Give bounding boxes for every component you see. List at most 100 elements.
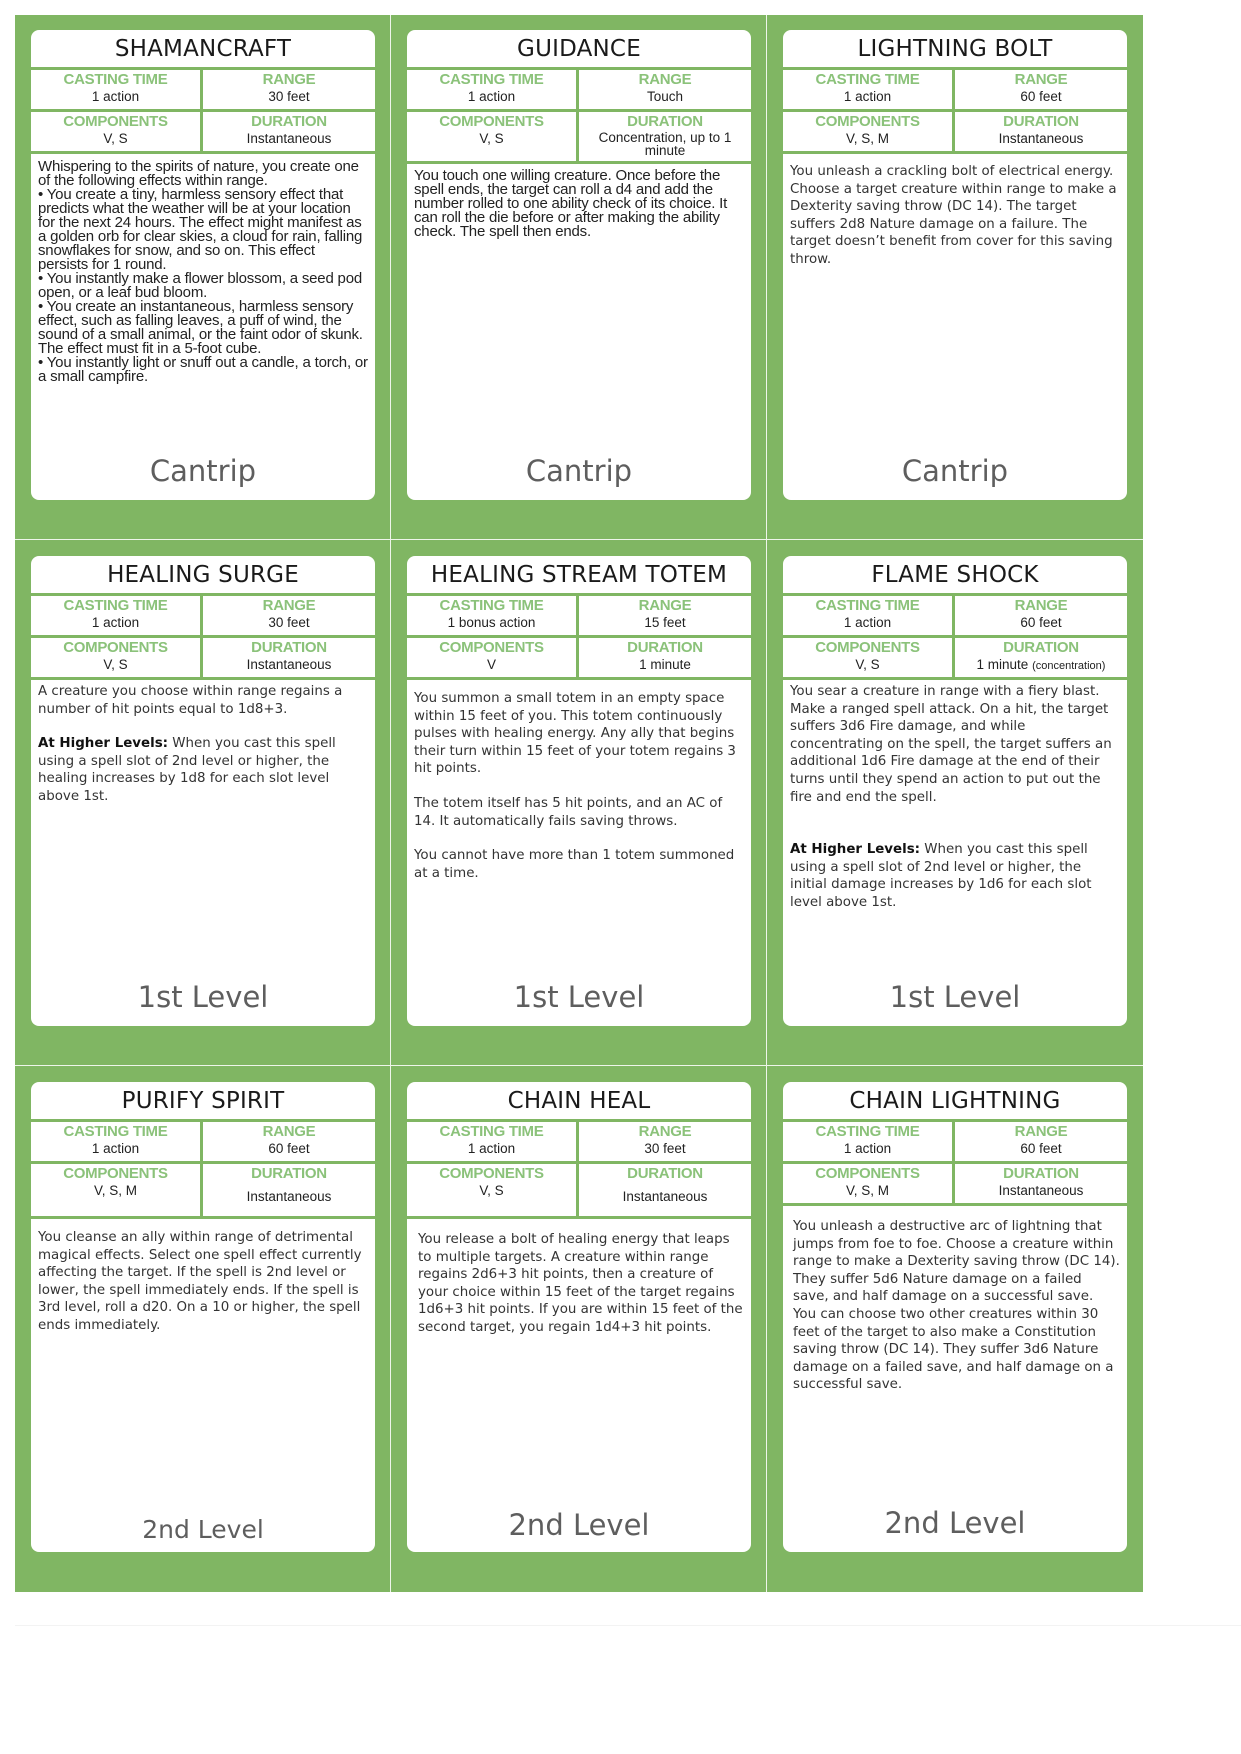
card-cell: HEALING SURGE CASTING TIME 1 action RANG… (15, 540, 391, 1066)
spell-level: 1st Level (137, 980, 269, 1014)
casting-time-label: CASTING TIME (439, 1123, 544, 1140)
spell-title: CHAIN HEAL (407, 1082, 751, 1122)
page-divider (15, 1625, 1241, 1626)
components-value: V, S (479, 1183, 504, 1198)
spell-card-guidance: GUIDANCE CASTING TIME 1 action RANGE Tou… (407, 30, 751, 500)
components-label: COMPONENTS (815, 639, 920, 656)
duration-label: DURATION (627, 1165, 703, 1182)
range-cell: RANGE Touch (579, 70, 751, 112)
range-label: RANGE (1014, 71, 1068, 88)
spell-stats: CASTING TIME 1 action RANGE 30 feet COMP… (31, 70, 375, 154)
spell-stats: CASTING TIME 1 action RANGE 60 feet COMP… (783, 1122, 1127, 1206)
range-value: 60 feet (1020, 615, 1062, 630)
components-label: COMPONENTS (63, 639, 168, 656)
higher-levels-paragraph: At Higher Levels: When you cast this spe… (790, 841, 1120, 911)
spell-level: 2nd Level (884, 1506, 1026, 1540)
spell-card-chain-heal: CHAIN HEAL CASTING TIME 1 action RANGE 3… (407, 1082, 751, 1552)
range-label: RANGE (262, 1123, 316, 1140)
range-label: RANGE (638, 1123, 692, 1140)
range-cell: RANGE 60 feet (203, 1122, 375, 1164)
card-cell: PURIFY SPIRIT CASTING TIME 1 action RANG… (15, 1066, 391, 1592)
spell-level: 1st Level (889, 980, 1021, 1014)
duration-label: DURATION (1003, 639, 1079, 656)
duration-cell: DURATION Instantaneous (203, 1164, 375, 1219)
spell-stats: CASTING TIME 1 action RANGE 30 feet COMP… (31, 596, 375, 680)
description-paragraph: You summon a small totem in an empty spa… (414, 691, 736, 777)
casting-time-cell: CASTING TIME 1 action (783, 1122, 955, 1164)
casting-time-value: 1 bonus action (447, 615, 536, 630)
duration-value: Instantaneous (622, 1189, 708, 1204)
spell-description: You touch one willing creature. Once bef… (407, 164, 751, 239)
casting-time-label: CASTING TIME (439, 71, 544, 88)
duration-label: DURATION (627, 113, 703, 130)
range-value: 60 feet (1020, 1141, 1062, 1156)
spell-stats: CASTING TIME 1 action RANGE 30 feet COMP… (407, 1122, 751, 1219)
spell-description: A creature you choose within range regai… (31, 680, 375, 806)
spell-title: HEALING SURGE (31, 556, 375, 596)
duration-label: DURATION (1003, 1165, 1079, 1182)
range-value: 15 feet (644, 615, 686, 630)
range-label: RANGE (262, 597, 316, 614)
spell-level: Cantrip (901, 454, 1009, 488)
description-paragraph: You unleash a crackling bolt of electric… (790, 164, 1117, 267)
duration-cell: DURATION 1 minute (concentration) (955, 638, 1127, 680)
duration-value: Instantaneous (246, 1189, 332, 1204)
range-value: Touch (646, 89, 684, 104)
card-cell: LIGHTNING BOLT CASTING TIME 1 action RAN… (767, 15, 1143, 540)
casting-time-cell: CASTING TIME 1 action (31, 596, 203, 638)
components-label: COMPONENTS (63, 1165, 168, 1182)
higher-levels-paragraph: At Higher Levels: When you cast this spe… (38, 735, 368, 805)
higher-levels-label: At Higher Levels: (38, 736, 169, 752)
spell-title: GUIDANCE (407, 30, 751, 70)
components-value: V, S, M (845, 1183, 890, 1198)
casting-time-cell: CASTING TIME 1 bonus action (407, 596, 579, 638)
description-line: You touch one willing creature. Once bef… (414, 167, 728, 240)
components-value: V, S (103, 657, 128, 672)
range-value: 30 feet (268, 615, 310, 630)
spell-description: You cleanse an ally within range of detr… (31, 1219, 375, 1335)
components-cell: COMPONENTS V, S (31, 112, 203, 154)
spell-description: You summon a small totem in an empty spa… (407, 680, 751, 882)
duration-cell: DURATION Instantaneous (955, 1164, 1127, 1206)
components-value: V, S (103, 131, 128, 146)
casting-time-value: 1 action (843, 1141, 892, 1156)
casting-time-value: 1 action (467, 1141, 516, 1156)
components-cell: COMPONENTS V, S, M (31, 1164, 203, 1219)
range-label: RANGE (638, 71, 692, 88)
description-paragraph: You cannot have more than 1 totem summon… (414, 848, 735, 881)
card-cell: FLAME SHOCK CASTING TIME 1 action RANGE … (767, 540, 1143, 1066)
components-cell: COMPONENTS V, S, M (783, 112, 955, 154)
range-cell: RANGE 15 feet (579, 596, 751, 638)
duration-label: DURATION (627, 639, 703, 656)
spell-description: You unleash a destructive arc of lightni… (783, 1206, 1127, 1394)
range-label: RANGE (262, 71, 316, 88)
components-label: COMPONENTS (439, 639, 544, 656)
description-paragraph: A creature you choose within range regai… (38, 684, 343, 717)
duration-cell: DURATION 1 minute (579, 638, 751, 680)
components-cell: COMPONENTS V, S, M (783, 1164, 955, 1206)
spell-title: SHAMANCRAFT (31, 30, 375, 70)
casting-time-cell: CASTING TIME 1 action (31, 1122, 203, 1164)
spell-description: You sear a creature in range with a fier… (783, 680, 1127, 912)
components-value: V, S (479, 131, 504, 146)
casting-time-cell: CASTING TIME 1 action (31, 70, 203, 112)
casting-time-value: 1 action (91, 1141, 140, 1156)
casting-time-label: CASTING TIME (63, 597, 168, 614)
casting-time-cell: CASTING TIME 1 action (783, 70, 955, 112)
components-cell: COMPONENTS V, S (407, 112, 579, 164)
card-cell: GUIDANCE CASTING TIME 1 action RANGE Tou… (391, 15, 767, 540)
range-cell: RANGE 30 feet (579, 1122, 751, 1164)
spell-title: HEALING STREAM TOTEM (407, 556, 751, 596)
casting-time-label: CASTING TIME (63, 1123, 168, 1140)
components-cell: COMPONENTS V, S (783, 638, 955, 680)
components-value: V (486, 657, 496, 672)
duration-cell: DURATION Concentration, up to 1 minute (579, 112, 751, 164)
components-cell: COMPONENTS V (407, 638, 579, 680)
description-paragraph: You release a bolt of healing energy tha… (418, 1232, 743, 1335)
spell-card-shamancraft: SHAMANCRAFT CASTING TIME 1 action RANGE … (31, 30, 375, 500)
spell-description: Whispering to the spirits of nature, you… (31, 154, 375, 384)
range-cell: RANGE 60 feet (955, 596, 1127, 638)
spell-level: Cantrip (525, 454, 633, 488)
duration-cell: DURATION Instantaneous (203, 638, 375, 680)
description-bullet: • You create a tiny, harmless sensory ef… (38, 186, 363, 273)
